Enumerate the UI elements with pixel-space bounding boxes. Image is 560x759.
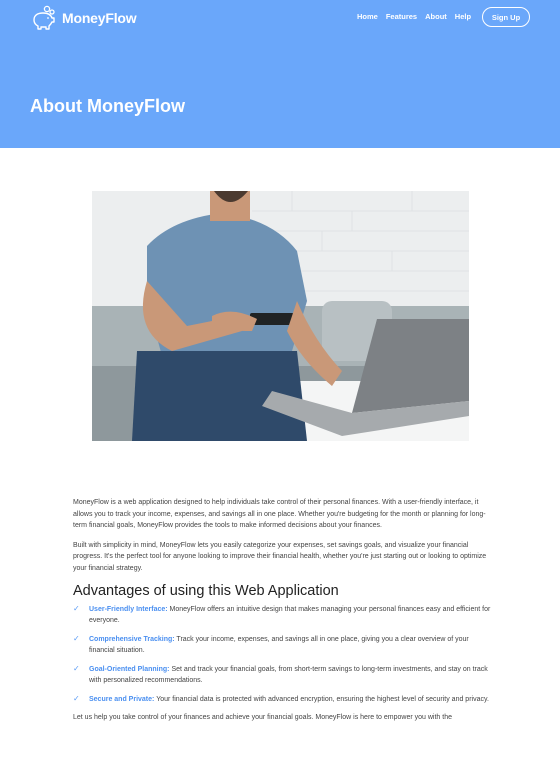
description-paragraph: Built with simplicity in mind, MoneyFlow… — [73, 541, 487, 572]
intro-paragraph: MoneyFlow is a web application designed … — [73, 499, 486, 529]
advantage-title: Comprehensive Tracking: — [89, 635, 175, 643]
check-icon: ✓ — [73, 693, 80, 703]
brand-logo[interactable]: MoneyFlow — [30, 5, 137, 31]
advantages-heading: Advantages of using this Web Application — [73, 583, 339, 599]
brand-name: MoneyFlow — [62, 10, 137, 26]
hero-header: MoneyFlow Home Features About Help Sign … — [0, 0, 560, 148]
advantage-item: ✓ Goal-Oriented Planning: Set and track … — [73, 664, 493, 687]
about-photo — [92, 191, 469, 441]
advantage-title: User-Friendly Interface: — [89, 605, 168, 613]
about-content: MoneyFlow is a web application designed … — [73, 497, 493, 732]
man-with-credit-card-and-laptop-photo — [92, 191, 469, 441]
page-title: About MoneyFlow — [30, 96, 185, 116]
advantage-item: ✓ User-Friendly Interface: MoneyFlow off… — [73, 604, 493, 627]
advantage-title: Secure and Private: — [89, 695, 155, 703]
advantage-item: ✓ Secure and Private: Your financial dat… — [73, 694, 493, 706]
main-nav: Home Features About Help — [357, 12, 471, 21]
piggy-bank-icon — [33, 5, 55, 30]
advantage-item: ✓ Comprehensive Tracking: Track your inc… — [73, 634, 493, 657]
sign-up-button[interactable]: Sign Up — [482, 7, 530, 27]
check-icon: ✓ — [73, 633, 80, 643]
nav-about-link[interactable]: About — [425, 12, 447, 21]
check-icon: ✓ — [73, 663, 80, 673]
closing-paragraph: Let us help you take control of your fin… — [73, 714, 452, 721]
nav-features-link[interactable]: Features — [386, 12, 417, 21]
advantage-text: Your financial data is protected with ad… — [156, 695, 489, 703]
nav-help-link[interactable]: Help — [455, 12, 471, 21]
nav-home-link[interactable]: Home — [357, 12, 378, 21]
check-icon: ✓ — [73, 603, 80, 613]
advantage-title: Goal-Oriented Planning: — [89, 665, 170, 673]
